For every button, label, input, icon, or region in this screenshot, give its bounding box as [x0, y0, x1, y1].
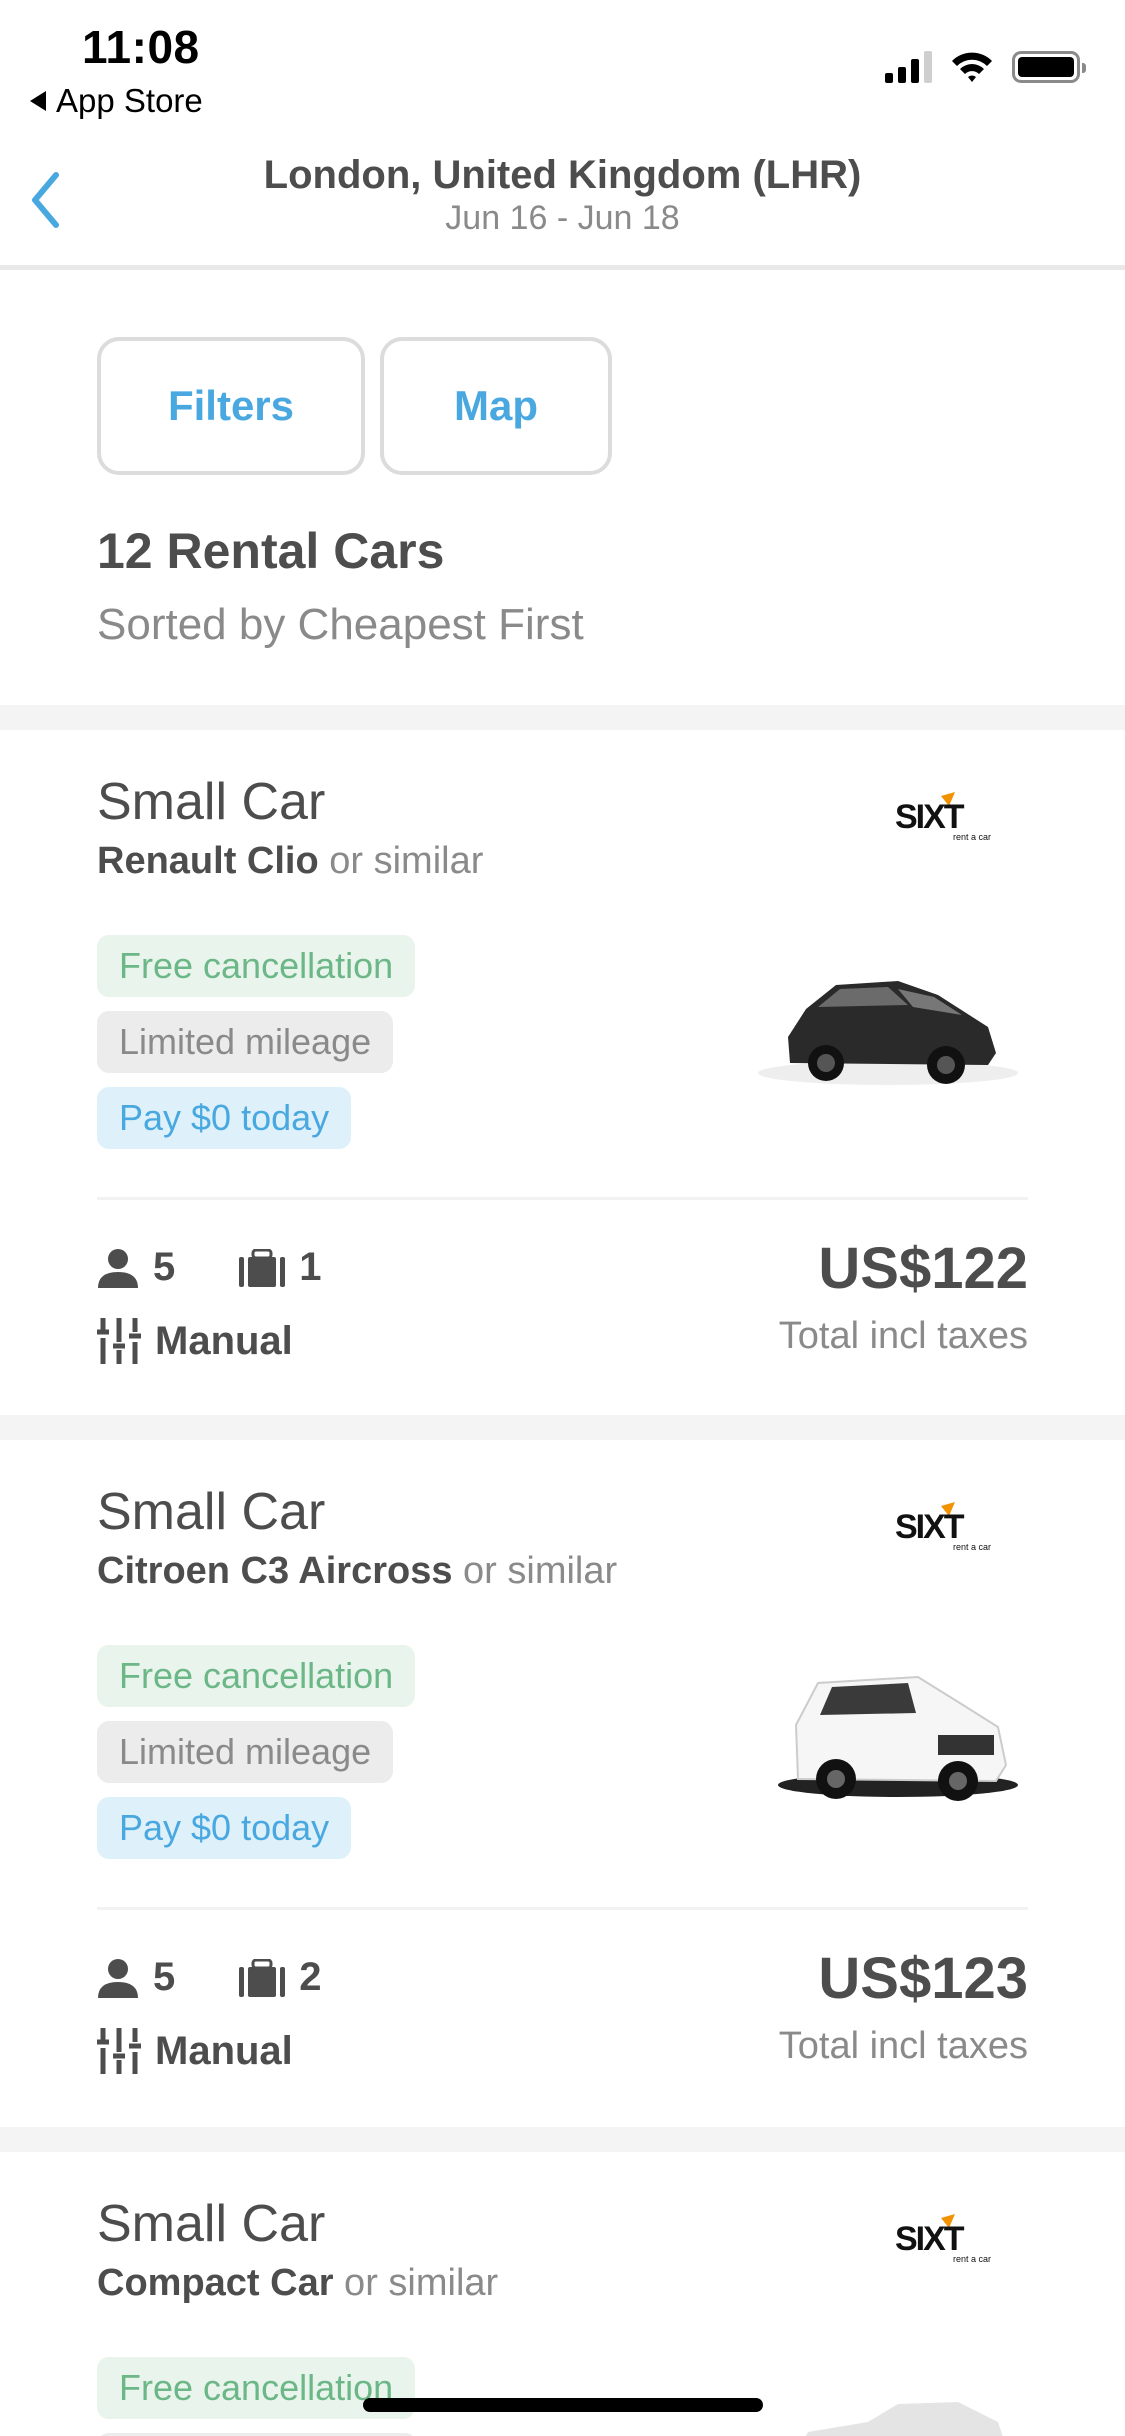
badges: Free cancellation Limited mileage Pay $0…: [97, 1645, 416, 1859]
bag-count: 1: [299, 1245, 322, 1289]
svg-text:rent a car: rent a car: [953, 2254, 991, 2264]
badges: Free cancellation Limited mileage Pay $0…: [97, 935, 416, 1149]
svg-text:SIXT: SIXT: [895, 1508, 965, 1546]
toolbar: Filters Map: [97, 337, 612, 475]
sixt-logo: SIXT rent a car: [893, 1502, 993, 1554]
badges: Free cancellation: [97, 2357, 417, 2436]
pay-today-badge: Pay $0 today: [97, 1797, 352, 1859]
limited-mileage-badge: Limited mileage: [97, 1011, 394, 1073]
back-triangle-icon: [30, 91, 46, 111]
section-divider: [0, 705, 1125, 730]
transmission-icon: [97, 1318, 141, 1364]
svg-text:SIXT: SIXT: [895, 2220, 965, 2258]
price-note: Total incl taxes: [778, 2025, 1028, 2067]
filters-button[interactable]: Filters: [97, 337, 365, 475]
card-divider: [97, 1907, 1028, 1910]
car-image: [748, 2392, 1028, 2436]
transmission-icon: [97, 2028, 141, 2074]
date-range: Jun 16 - Jun 18: [445, 199, 680, 237]
car-features: 5 1: [97, 1245, 322, 1290]
car-model: Citroen C3 Aircross or similar: [97, 1550, 618, 1592]
sixt-logo: SIXT rent a car: [893, 2214, 993, 2266]
car-features: 5 2: [97, 1955, 322, 2000]
car-image: [748, 1655, 1028, 1805]
price: US$123: [818, 1946, 1028, 2011]
person-icon: [98, 1248, 138, 1288]
car-category: Small Car: [97, 2195, 326, 2253]
car-listing[interactable]: Small Car Compact Car or similar SIXT re…: [0, 2152, 1125, 2436]
cellular-signal-icon: [885, 51, 932, 83]
section-divider: [0, 1415, 1125, 1440]
back-app-label: App Store: [56, 82, 203, 119]
svg-text:rent a car: rent a car: [953, 1542, 991, 1552]
sixt-logo: SIXT rent a car: [893, 792, 993, 844]
map-button[interactable]: Map: [380, 337, 612, 475]
passenger-count: 5: [153, 1955, 176, 1999]
free-cancellation-badge: Free cancellation: [97, 935, 416, 997]
price: US$122: [818, 1236, 1028, 1301]
luggage-icon: [239, 1248, 286, 1287]
back-to-app-store-link[interactable]: App Store: [30, 82, 203, 120]
luggage-icon: [239, 1958, 286, 1997]
car-image: [748, 945, 1028, 1095]
transmission: Manual: [97, 1318, 293, 1364]
car-listing[interactable]: Small Car Renault Clio or similar SIXT r…: [0, 730, 1125, 1415]
car-category: Small Car: [97, 1483, 326, 1541]
status-icons: [885, 50, 1086, 84]
passenger-count: 5: [153, 1245, 176, 1289]
person-icon: [98, 1958, 138, 1998]
pay-today-badge: Pay $0 today: [97, 1087, 352, 1149]
sort-label[interactable]: Sorted by Cheapest First: [97, 600, 584, 650]
transmission-label: Manual: [155, 2028, 293, 2073]
price-note: Total incl taxes: [778, 1315, 1028, 1357]
car-category: Small Car: [97, 773, 326, 831]
section-divider: [0, 2127, 1125, 2152]
page-title: London, United Kingdom (LHR): [263, 153, 862, 197]
bag-count: 2: [299, 1955, 322, 1999]
nav-bar: London, United Kingdom (LHR) Jun 16 - Ju…: [0, 135, 1125, 270]
status-bar: 11:08 App Store: [0, 0, 1125, 135]
car-model: Renault Clio or similar: [97, 840, 484, 882]
car-listing[interactable]: Small Car Citroen C3 Aircross or similar…: [0, 1440, 1125, 2127]
car-model: Compact Car or similar: [97, 2262, 499, 2304]
wifi-icon: [952, 52, 992, 82]
status-time: 11:08: [82, 21, 200, 73]
free-cancellation-badge: Free cancellation: [97, 1645, 416, 1707]
limited-mileage-badge: Limited mileage: [97, 1721, 394, 1783]
card-divider: [97, 1197, 1028, 1200]
home-indicator[interactable]: [363, 2398, 763, 2412]
result-count: 12 Rental Cars: [97, 523, 445, 579]
svg-text:rent a car: rent a car: [953, 832, 991, 842]
transmission-label: Manual: [155, 1318, 293, 1363]
svg-text:SIXT: SIXT: [895, 798, 965, 836]
transmission: Manual: [97, 2028, 293, 2074]
battery-icon: [1012, 51, 1086, 83]
